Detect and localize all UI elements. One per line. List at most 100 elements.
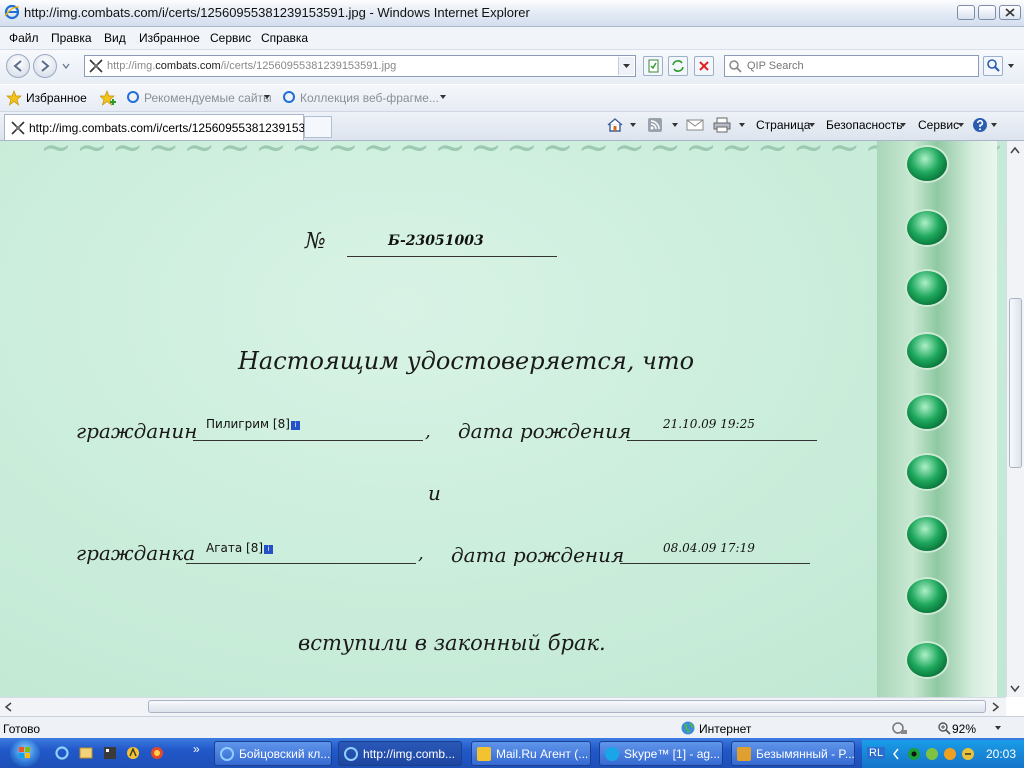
new-tab-button[interactable] bbox=[304, 116, 332, 138]
scroll-down-icon[interactable] bbox=[1010, 685, 1020, 693]
taskbar-item-skype[interactable]: Skype™ [1] - ag... bbox=[599, 741, 723, 766]
protected-mode-icon[interactable] bbox=[891, 721, 909, 735]
recommended-sites-link[interactable]: Рекомендуемые сайты bbox=[144, 91, 272, 105]
info-icon[interactable]: i bbox=[264, 545, 274, 554]
security-zone: Интернет bbox=[699, 722, 752, 736]
search-input[interactable] bbox=[745, 59, 975, 73]
taskbar-item-combats[interactable]: Бойцовский кл... bbox=[214, 741, 332, 766]
favorites-bar: Избранное Рекомендуемые сайты Коллекция … bbox=[0, 85, 1024, 112]
arrow-left-icon bbox=[13, 60, 22, 72]
taskbar-item-mailru-agent[interactable]: Mail.Ru Агент (... bbox=[471, 741, 591, 766]
chevron-down-icon bbox=[623, 64, 630, 68]
windows-logo-icon bbox=[19, 747, 30, 758]
zoom-icon[interactable] bbox=[937, 721, 951, 735]
add-favorite-icon[interactable] bbox=[100, 90, 118, 106]
chevron-down-icon[interactable] bbox=[738, 122, 746, 128]
tray-expand-icon[interactable] bbox=[892, 748, 900, 760]
menu-tools[interactable]: Сервис bbox=[210, 31, 251, 45]
mail-icon[interactable] bbox=[686, 118, 704, 132]
citizen-name: Пилигрим [8] i bbox=[206, 417, 300, 431]
skype-icon bbox=[605, 747, 619, 761]
tray-status-icon[interactable] bbox=[924, 746, 940, 762]
site-favicon-icon bbox=[11, 121, 25, 135]
status-bar: Готово Интернет 92% bbox=[0, 716, 1024, 739]
ie-page-icon bbox=[283, 91, 295, 103]
title-bar: http://img.combats.com/i/certs/125609553… bbox=[0, 0, 1024, 27]
menu-help[interactable]: Справка bbox=[261, 31, 308, 45]
web-slice-gallery-link[interactable]: Коллекция веб-фрагме... bbox=[300, 91, 439, 105]
number-sign: № bbox=[305, 229, 326, 254]
menu-favorites[interactable]: Избранное bbox=[139, 31, 200, 45]
refresh-button[interactable] bbox=[668, 56, 688, 76]
safety-menu[interactable]: Безопасность bbox=[826, 118, 903, 132]
scroll-up-icon[interactable] bbox=[1010, 146, 1020, 154]
citizeness-line bbox=[186, 563, 416, 564]
menu-file[interactable]: Файл bbox=[9, 31, 39, 45]
quicklaunch-overflow[interactable]: » bbox=[193, 742, 200, 756]
emerald-gem-icon bbox=[907, 147, 947, 181]
star-icon bbox=[6, 90, 22, 106]
header-ornament: ~~~~~~~~~~~~~~~~~~~~~~~~~~~~ bbox=[40, 141, 1006, 169]
restore-button[interactable] bbox=[978, 5, 996, 20]
vertical-scroll-thumb[interactable] bbox=[1009, 298, 1022, 468]
start-button[interactable] bbox=[10, 739, 40, 767]
toolbar-overflow[interactable] bbox=[1013, 116, 1016, 136]
favorites-button[interactable]: Избранное bbox=[26, 91, 87, 105]
chevron-down-icon bbox=[264, 95, 270, 99]
tray-eye-icon[interactable] bbox=[906, 746, 922, 762]
married-text: вступили в законный брак. bbox=[298, 631, 606, 655]
ie-quicklaunch-icon[interactable] bbox=[54, 745, 70, 761]
rss-feed-icon[interactable] bbox=[647, 117, 663, 133]
scroll-right-icon[interactable] bbox=[992, 702, 1000, 712]
tray-app-icon[interactable] bbox=[960, 746, 976, 762]
vertical-scrollbar[interactable] bbox=[1006, 141, 1024, 697]
emerald-gem-icon bbox=[907, 643, 947, 677]
explorer-quicklaunch-icon[interactable] bbox=[78, 745, 94, 761]
horizontal-scrollbar[interactable] bbox=[0, 697, 1006, 716]
clock: 20:03 bbox=[985, 747, 1016, 761]
horizontal-scroll-thumb[interactable] bbox=[148, 700, 986, 713]
menu-view[interactable]: Вид bbox=[104, 31, 126, 45]
forward-button[interactable] bbox=[33, 54, 57, 78]
search-button[interactable] bbox=[983, 56, 1003, 76]
emerald-gem-icon bbox=[907, 211, 947, 245]
chevron-down-icon[interactable] bbox=[994, 725, 1002, 731]
search-icon bbox=[729, 60, 742, 73]
search-options-dropdown[interactable] bbox=[1005, 60, 1017, 72]
tab-certificate[interactable]: http://img.combats.com/i/certs/125609553… bbox=[4, 114, 322, 140]
zoom-level[interactable]: 92% bbox=[952, 722, 976, 736]
info-icon[interactable]: i bbox=[290, 421, 300, 430]
chevron-down-icon[interactable] bbox=[671, 122, 679, 128]
taskbar-item-paint[interactable]: Безымянный - P... bbox=[731, 741, 855, 766]
print-icon[interactable] bbox=[712, 117, 732, 133]
certificate-number: Б-23051003 bbox=[388, 233, 484, 249]
chevron-down-icon bbox=[1008, 64, 1014, 68]
ie-logo-icon bbox=[4, 4, 20, 20]
tab-title: http://img.combats.com/i/certs/125609553… bbox=[29, 121, 322, 135]
app-quicklaunch-icon[interactable] bbox=[125, 745, 141, 761]
media-quicklaunch-icon[interactable] bbox=[102, 745, 118, 761]
emerald-gem-icon bbox=[907, 579, 947, 613]
emerald-gem-icon bbox=[907, 395, 947, 429]
compatibility-button[interactable] bbox=[643, 56, 663, 76]
citizen-birth-line bbox=[627, 440, 817, 441]
language-indicator[interactable]: RL bbox=[867, 747, 886, 759]
page-menu[interactable]: Страница bbox=[756, 118, 810, 132]
address-dropdown[interactable] bbox=[618, 57, 634, 75]
chevron-down-icon[interactable] bbox=[629, 122, 637, 128]
home-icon[interactable] bbox=[606, 117, 624, 133]
tools-menu[interactable]: Сервис bbox=[918, 118, 959, 132]
taskbar-item-certificate[interactable]: http://img.comb... bbox=[338, 741, 462, 766]
stop-button[interactable] bbox=[694, 56, 714, 76]
minimize-button[interactable] bbox=[957, 5, 975, 20]
history-dropdown[interactable] bbox=[61, 60, 71, 70]
back-button[interactable] bbox=[6, 54, 30, 78]
address-field[interactable]: http://img.combats.com/i/certs/125609553… bbox=[84, 55, 636, 77]
tray-agent-icon[interactable] bbox=[942, 746, 958, 762]
help-icon[interactable] bbox=[972, 117, 988, 133]
scroll-left-icon[interactable] bbox=[4, 702, 12, 712]
close-window-button[interactable] bbox=[999, 5, 1021, 20]
citizen-label: гражданин bbox=[76, 419, 198, 443]
menu-edit[interactable]: Правка bbox=[51, 31, 92, 45]
browser-quicklaunch-icon[interactable] bbox=[149, 745, 165, 761]
